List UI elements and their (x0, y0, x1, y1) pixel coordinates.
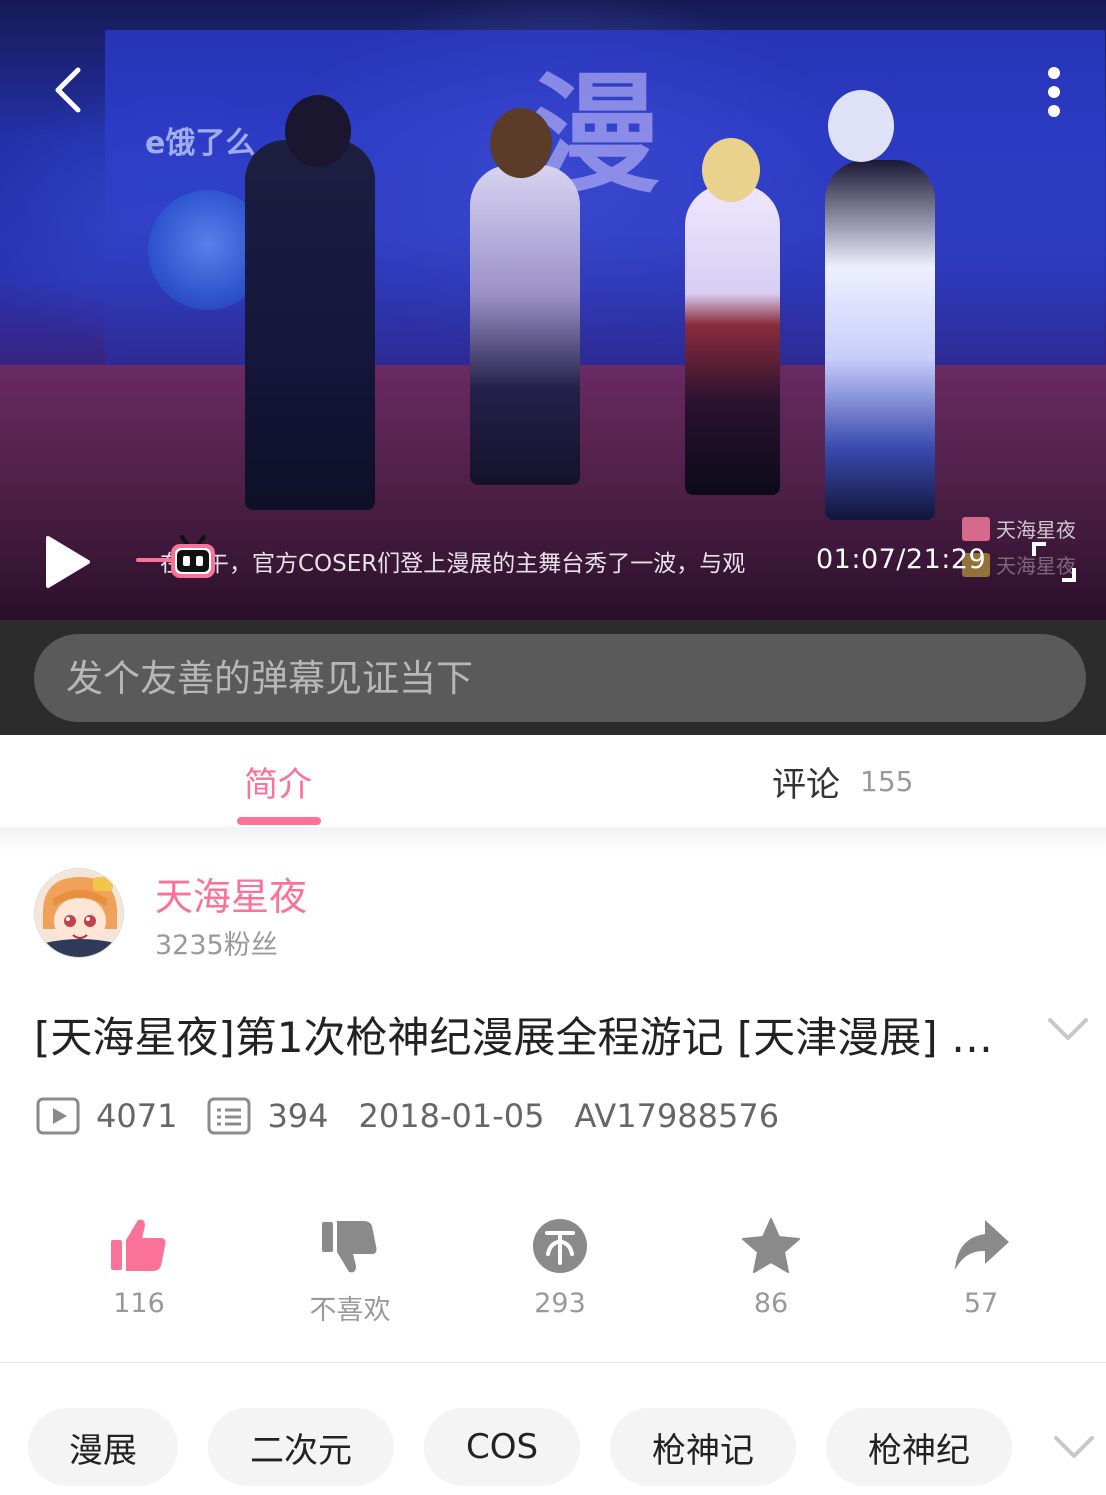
share-button[interactable]: 57 (911, 1216, 1051, 1319)
time-readout: 01:07/21:29 (816, 544, 987, 575)
danmaku-bar (0, 620, 1106, 735)
cosplayer-head (828, 90, 894, 162)
danmaku-comment: 在下午，官方COSER们登上漫展的主舞台秀了一波，与观 (160, 551, 746, 577)
like-button[interactable]: 116 (69, 1216, 209, 1319)
action-bar: 116 不喜欢 293 86 57 (0, 1216, 1106, 1336)
play-count: 4071 (96, 1097, 178, 1135)
share-icon (955, 1220, 1009, 1270)
more-vertical-icon (1048, 67, 1060, 117)
tv-icon (171, 535, 215, 578)
play-count-icon (36, 1097, 80, 1135)
more-options-button[interactable] (1030, 62, 1078, 122)
tab-intro-label: 简介 (244, 764, 312, 805)
cosplayer-figure (685, 185, 780, 495)
tag-chip[interactable]: COS (424, 1408, 580, 1486)
tag-chip[interactable]: 枪神纪 (826, 1408, 1012, 1486)
fullscreen-icon (1032, 542, 1076, 582)
dislike-label: 不喜欢 (309, 1295, 391, 1326)
cosplayer-figure (825, 160, 935, 520)
avatar[interactable] (34, 868, 124, 958)
thumbs-up-icon (111, 1219, 166, 1271)
publish-date: 2018-01-05 (358, 1097, 545, 1135)
coin-count: 293 (534, 1288, 586, 1319)
watermark-text: 天海星夜 (996, 518, 1076, 542)
favorite-button[interactable]: 86 (701, 1216, 841, 1319)
danmaku-count-icon (207, 1097, 251, 1135)
tab-comments-label: 评论 (772, 764, 840, 805)
section-divider (0, 1362, 1106, 1363)
cosplayer-head (285, 95, 351, 167)
tag-list: 漫展 二次元 COS 枪神记 枪神纪 (0, 1408, 1106, 1486)
tab-active-indicator (237, 817, 321, 825)
share-count: 57 (963, 1288, 999, 1319)
back-button[interactable] (40, 62, 96, 118)
cosplayer-head (490, 108, 552, 178)
video-title: [天海星夜]第1次枪神纪漫展全程游记 [天津漫展] 官方COSER (34, 1013, 1030, 1062)
danmaku-input[interactable] (34, 634, 1086, 722)
tab-bar: 简介 评论 155 (0, 735, 1106, 827)
progress-thumb[interactable] (168, 535, 218, 581)
cosplayer-figure (470, 165, 580, 485)
chevron-down-icon (1054, 1436, 1094, 1458)
uploader-fans: 3235粉丝 (155, 930, 278, 961)
play-icon (46, 536, 90, 588)
like-count: 116 (113, 1288, 165, 1319)
video-player[interactable]: 漫 e饿了么 天海星夜 天海星夜 在下午，官方COSER们登上漫展的主舞台秀了一… (0, 0, 1106, 620)
fullscreen-button[interactable] (1030, 540, 1078, 584)
watermark: 天海星夜 (962, 514, 1076, 543)
tab-comments-count: 155 (860, 764, 914, 798)
title-expand-button[interactable] (1044, 1010, 1092, 1050)
chevron-left-icon (55, 67, 81, 113)
star-icon (742, 1218, 800, 1273)
cosplayer-figure (245, 140, 375, 510)
danmaku-count: 394 (267, 1097, 329, 1135)
tabs-shadow (0, 827, 1106, 851)
coin-icon (533, 1219, 587, 1273)
tags-expand-button[interactable] (1050, 1428, 1098, 1468)
watermark-logo (962, 516, 990, 541)
play-button[interactable] (38, 532, 96, 592)
thumbs-down-icon (322, 1221, 377, 1273)
chevron-down-icon (1048, 1018, 1088, 1040)
av-number: AV17988576 (574, 1097, 780, 1135)
tag-chip[interactable]: 枪神记 (610, 1408, 796, 1486)
uploader-name[interactable]: 天海星夜 (155, 866, 307, 921)
video-stats: 4071 394 2018-01-05 AV17988576 (36, 1094, 779, 1138)
cosplayer-head (702, 138, 760, 202)
avatar-image (35, 869, 123, 957)
favorite-count: 86 (753, 1288, 789, 1319)
coin-button[interactable]: 293 (490, 1216, 630, 1319)
tag-chip[interactable]: 漫展 (28, 1408, 178, 1486)
tab-intro[interactable]: 简介 (244, 735, 312, 827)
tag-chip[interactable]: 二次元 (208, 1408, 394, 1486)
backdrop-brand: e饿了么 (145, 126, 256, 161)
tab-comments[interactable]: 评论 155 (772, 735, 913, 827)
dislike-button[interactable]: 不喜欢 (280, 1216, 420, 1327)
